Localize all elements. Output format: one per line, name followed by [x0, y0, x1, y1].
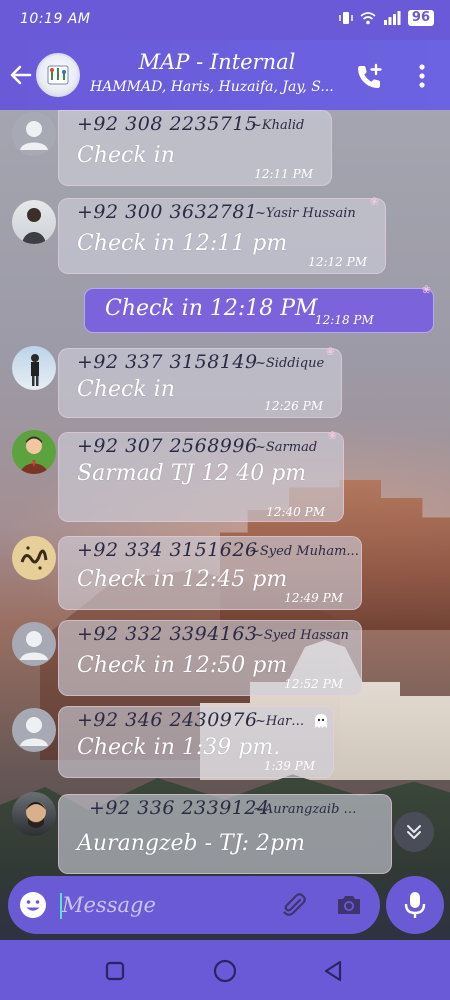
message-time: 12:40 PM: [266, 505, 325, 519]
message-bubble[interactable]: ❀ +92 300 3632781 ~Yasir Hussain Check i…: [58, 195, 386, 274]
back-triangle-icon[interactable]: [320, 958, 346, 984]
message-bubble[interactable]: +92 334 3151626 ~Syed Muham... Check in …: [58, 536, 362, 610]
sender-nickname: ~Sarmad: [255, 440, 318, 455]
avatar[interactable]: [12, 200, 56, 244]
own-message-text: Check in 12:18 PM: [105, 296, 318, 321]
overflow-menu-icon[interactable]: [410, 62, 434, 90]
back-arrow-icon[interactable]: [8, 62, 34, 88]
message-text: Check in 12:50 pm: [77, 653, 288, 678]
message-time: 12:26 PM: [264, 399, 323, 413]
contact-photo-icon: [20, 436, 48, 474]
group-logo-icon: [47, 65, 69, 85]
sender-nickname: ~Syed Muham...: [249, 544, 359, 559]
avatar[interactable]: [12, 112, 56, 156]
battery-level: 96: [407, 10, 434, 26]
message-time: 1:39 PM: [263, 759, 315, 773]
system-nav-bar: [0, 940, 450, 1000]
default-avatar-icon: [20, 121, 48, 150]
sender-number[interactable]: +92 337 3158149: [77, 351, 258, 373]
default-avatar-icon: [20, 631, 48, 660]
own-message-bubble[interactable]: Check in 12:18 PM 12:18 PM ❀: [84, 283, 434, 333]
double-chevron-down-icon: [407, 825, 421, 839]
message-time: 12:12 PM: [308, 255, 367, 269]
sender-number[interactable]: +92 307 2568996: [77, 435, 258, 457]
avatar[interactable]: [12, 622, 56, 666]
sender-nickname: ~Syed Hassan: [253, 628, 349, 643]
group-avatar[interactable]: [36, 53, 80, 97]
contact-photo-icon: [22, 208, 46, 244]
message-text: Sarmad TJ 12 40 pm: [77, 461, 307, 486]
bow-decoration: ❀: [421, 283, 431, 296]
add-call-icon[interactable]: [354, 62, 384, 92]
message-text: Check in 12:45 pm: [77, 567, 288, 592]
default-avatar-icon: [20, 717, 48, 746]
contact-photo-icon: [31, 354, 39, 386]
message-bubble[interactable]: +92 346 2430976 ~Haroon Check in 1:39 pm…: [58, 706, 334, 778]
status-time: 10:19 AM: [20, 11, 91, 27]
recent-apps-icon[interactable]: [104, 960, 126, 982]
signal-icon: [383, 11, 401, 25]
message-input[interactable]: [62, 889, 272, 921]
sender-nickname: ~Khalid: [251, 118, 305, 133]
sender-nickname: ~Haroon: [255, 714, 311, 729]
sender-number[interactable]: +92 308 2235715: [77, 113, 258, 135]
chat-header[interactable]: MAP - Internal HAMMAD, Haris, Huzaifa, J…: [0, 40, 450, 110]
wifi-icon: [360, 12, 376, 25]
avatar[interactable]: [12, 536, 56, 580]
message-text: Check in: [77, 377, 175, 402]
contact-photo-icon: [26, 802, 46, 828]
avatar[interactable]: [12, 430, 56, 474]
own-message-time: 12:18 PM: [315, 313, 374, 327]
sender-number[interactable]: +92 334 3151626: [77, 539, 258, 561]
emoji-icon[interactable]: [18, 890, 48, 920]
sender-number[interactable]: +92 336 2339124: [89, 797, 270, 819]
attach-icon[interactable]: [280, 890, 308, 920]
status-icons: 96: [339, 10, 434, 26]
chat-screen: 10:19 AM 96 MAP - Internal HAMMAD, Haris…: [0, 0, 450, 1000]
avatar[interactable]: [12, 792, 56, 836]
chat-title[interactable]: MAP - Internal: [92, 50, 342, 74]
sender-number[interactable]: +92 300 3632781: [77, 201, 258, 223]
message-text: Aurangzeb - TJ: 2pm: [77, 831, 306, 856]
message-text: Check in: [77, 143, 175, 168]
message-time: 12:52 PM: [284, 677, 343, 691]
message-bubble[interactable]: ❀ +92 337 3158149 ~Siddique Check in 12:…: [58, 345, 342, 418]
vibrate-icon: [339, 12, 353, 24]
message-time: 12:49 PM: [284, 591, 343, 605]
avatar[interactable]: [12, 708, 56, 752]
message-text: Check in 1:39 pm.: [77, 735, 281, 760]
voice-record-button[interactable]: [386, 876, 444, 934]
calligraphy-avatar-icon: [20, 546, 48, 570]
chat-members[interactable]: HAMMAD, Haris, Huzaifa, Jay, S...: [90, 79, 345, 95]
message-text: Check in 12:11 pm: [77, 231, 288, 256]
scroll-to-bottom-button[interactable]: [394, 812, 434, 852]
ghost-emoji-icon: [315, 714, 327, 728]
sender-nickname: ~Yasir Hussain: [255, 206, 356, 221]
camera-icon[interactable]: [334, 890, 364, 920]
message-time: 12:11 PM: [254, 167, 313, 181]
microphone-icon: [404, 892, 426, 918]
sender-number[interactable]: +92 332 3394163: [77, 623, 258, 645]
status-bar: 10:19 AM 96: [0, 0, 450, 40]
sender-number[interactable]: +92 346 2430976: [77, 709, 258, 731]
sender-nickname: ~Siddique: [255, 356, 325, 371]
message-bubble[interactable]: +92 308 2235715 ~Khalid Check in 12:11 P…: [58, 110, 332, 186]
message-bubble[interactable]: ❀ +92 307 2568996 ~Sarmad Sarmad TJ 12 4…: [58, 429, 344, 522]
message-bubble[interactable]: +92 336 2339124 ~Aurangzaib A... Aurangz…: [58, 794, 392, 874]
avatar[interactable]: [12, 346, 56, 390]
message-bubble[interactable]: +92 332 3394163 ~Syed Hassan Check in 12…: [58, 620, 362, 696]
sender-nickname: ~Aurangzaib A...: [253, 802, 363, 817]
home-icon[interactable]: [212, 958, 238, 984]
